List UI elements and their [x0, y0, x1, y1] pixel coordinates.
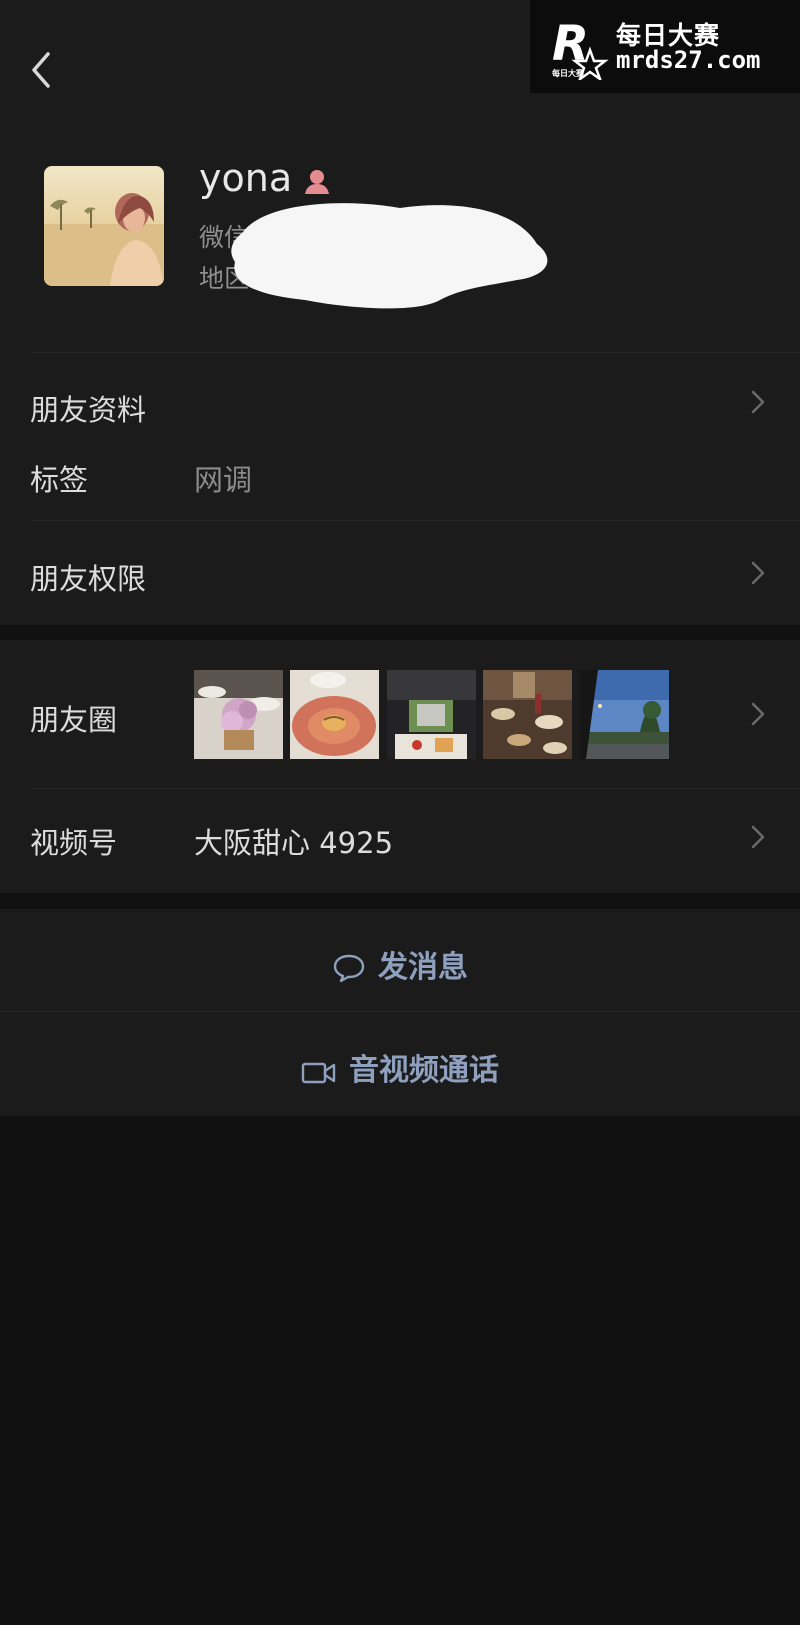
- channels-label: 视频号: [30, 826, 118, 860]
- send-message-button[interactable]: 发消息: [0, 909, 800, 1011]
- redaction-blur: [231, 203, 548, 309]
- watermark-url: mrds27.com: [616, 46, 761, 74]
- channels-value: 大阪甜心 4925: [194, 826, 394, 860]
- moments-thumbnail-road[interactable]: [580, 670, 669, 759]
- video-call-content: 音视频通话: [0, 1045, 800, 1089]
- female-icon: [305, 170, 329, 194]
- chevron-right-icon: [751, 702, 765, 726]
- friend-permission-label: 朋友权限: [30, 562, 147, 596]
- divider: [30, 352, 800, 353]
- tag-value: 网调: [194, 463, 253, 497]
- divider: [30, 520, 800, 521]
- chevron-right-icon: [751, 390, 765, 414]
- chevron-right-icon: [751, 561, 765, 585]
- chat-bubble-icon: [333, 954, 365, 983]
- moments-thumbnail-dinner[interactable]: [483, 670, 572, 759]
- friend-profile-label: 朋友资料: [30, 393, 147, 427]
- video-camera-icon: [301, 1062, 336, 1084]
- contact-name: yona: [199, 156, 293, 200]
- divider: [30, 788, 800, 789]
- video-call-button[interactable]: 音视频通话: [0, 1012, 800, 1116]
- back-chevron-icon[interactable]: [22, 48, 62, 92]
- watermark-logo-icon: R 每日大赛: [552, 16, 609, 80]
- tag-label: 标签: [30, 463, 89, 497]
- info-section: 朋友资料 标签 网调 朋友权限: [0, 340, 800, 625]
- send-message-content: 发消息: [0, 942, 800, 986]
- avatar[interactable]: [44, 166, 164, 286]
- moments-thumbnail-car-meal[interactable]: [387, 670, 476, 759]
- moments-label: 朋友圈: [30, 703, 118, 737]
- send-message-label: 发消息: [378, 950, 468, 985]
- chevron-right-icon: [751, 825, 765, 849]
- watermark-banner: R 每日大赛 每日大赛 mrds27.com: [530, 0, 800, 93]
- svg-text:每日大赛: 每日大赛: [552, 68, 585, 78]
- video-call-label: 音视频通话: [349, 1053, 499, 1088]
- moments-thumbnail-banquet[interactable]: [194, 670, 283, 759]
- moments-thumbnail-soup[interactable]: [290, 670, 379, 759]
